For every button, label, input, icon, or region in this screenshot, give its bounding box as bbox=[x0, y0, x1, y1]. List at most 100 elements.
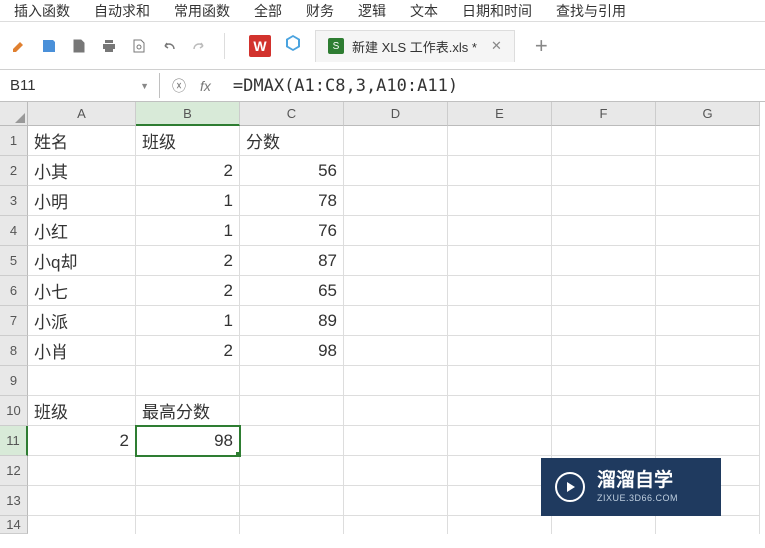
cell-G7[interactable] bbox=[656, 306, 760, 336]
row-header-3[interactable]: 3 bbox=[0, 186, 28, 216]
chevron-down-icon[interactable]: ▼ bbox=[140, 81, 149, 91]
cell-D13[interactable] bbox=[344, 486, 448, 516]
tab-add-button[interactable]: + bbox=[535, 33, 548, 59]
cell-B4[interactable]: 1 bbox=[136, 216, 240, 246]
cell-D6[interactable] bbox=[344, 276, 448, 306]
cell-A1[interactable]: 姓名 bbox=[28, 126, 136, 156]
cell-C14[interactable] bbox=[240, 516, 344, 534]
cell-G10[interactable] bbox=[656, 396, 760, 426]
cell-C12[interactable] bbox=[240, 456, 344, 486]
menu-item-text[interactable]: 文本 bbox=[410, 1, 438, 21]
cell-E3[interactable] bbox=[448, 186, 552, 216]
cell-A2[interactable]: 小其 bbox=[28, 156, 136, 186]
cell-G8[interactable] bbox=[656, 336, 760, 366]
document-tab[interactable]: S 新建 XLS 工作表.xls * ✕ bbox=[315, 30, 515, 62]
cell-E5[interactable] bbox=[448, 246, 552, 276]
row-header-1[interactable]: 1 bbox=[0, 126, 28, 156]
col-header-G[interactable]: G bbox=[656, 102, 760, 126]
col-header-E[interactable]: E bbox=[448, 102, 552, 126]
cell-A7[interactable]: 小派 bbox=[28, 306, 136, 336]
row-header-4[interactable]: 4 bbox=[0, 216, 28, 246]
cell-F5[interactable] bbox=[552, 246, 656, 276]
cell-F14[interactable] bbox=[552, 516, 656, 534]
col-header-B[interactable]: B bbox=[136, 102, 240, 126]
cell-A9[interactable] bbox=[28, 366, 136, 396]
menu-item-all[interactable]: 全部 bbox=[254, 1, 282, 21]
cell-E8[interactable] bbox=[448, 336, 552, 366]
cell-B5[interactable]: 2 bbox=[136, 246, 240, 276]
cell-D11[interactable] bbox=[344, 426, 448, 456]
cell-D3[interactable] bbox=[344, 186, 448, 216]
cell-G14[interactable] bbox=[656, 516, 760, 534]
cell-F7[interactable] bbox=[552, 306, 656, 336]
cell-B7[interactable]: 1 bbox=[136, 306, 240, 336]
cell-A10[interactable]: 班级 bbox=[28, 396, 136, 426]
cell-E10[interactable] bbox=[448, 396, 552, 426]
cell-B3[interactable]: 1 bbox=[136, 186, 240, 216]
cell-D14[interactable] bbox=[344, 516, 448, 534]
cell-D12[interactable] bbox=[344, 456, 448, 486]
cell-G2[interactable] bbox=[656, 156, 760, 186]
wps-icon[interactable]: W bbox=[249, 35, 271, 57]
cell-F1[interactable] bbox=[552, 126, 656, 156]
cell-C3[interactable]: 78 bbox=[240, 186, 344, 216]
row-header-13[interactable]: 13 bbox=[0, 486, 28, 516]
redo-icon[interactable] bbox=[190, 37, 208, 55]
cell-B8[interactable]: 2 bbox=[136, 336, 240, 366]
cell-A14[interactable] bbox=[28, 516, 136, 534]
cell-E12[interactable] bbox=[448, 456, 552, 486]
cell-E1[interactable] bbox=[448, 126, 552, 156]
cell-D7[interactable] bbox=[344, 306, 448, 336]
cell-C10[interactable] bbox=[240, 396, 344, 426]
menu-item-autosum[interactable]: 自动求和 bbox=[94, 1, 150, 21]
cell-D10[interactable] bbox=[344, 396, 448, 426]
cell-B1[interactable]: 班级 bbox=[136, 126, 240, 156]
menu-item-lookup[interactable]: 查找与引用 bbox=[556, 1, 626, 21]
cell-B12[interactable] bbox=[136, 456, 240, 486]
row-header-2[interactable]: 2 bbox=[0, 156, 28, 186]
cell-C4[interactable]: 76 bbox=[240, 216, 344, 246]
cell-B11[interactable]: 98 bbox=[136, 426, 240, 456]
cell-G1[interactable] bbox=[656, 126, 760, 156]
cell-B2[interactable]: 2 bbox=[136, 156, 240, 186]
row-header-11[interactable]: 11 bbox=[0, 426, 28, 456]
row-header-9[interactable]: 9 bbox=[0, 366, 28, 396]
cell-B14[interactable] bbox=[136, 516, 240, 534]
cell-F10[interactable] bbox=[552, 396, 656, 426]
cell-E11[interactable] bbox=[448, 426, 552, 456]
export-icon[interactable] bbox=[70, 37, 88, 55]
cell-F6[interactable] bbox=[552, 276, 656, 306]
cell-C11[interactable] bbox=[240, 426, 344, 456]
cell-G5[interactable] bbox=[656, 246, 760, 276]
cell-E9[interactable] bbox=[448, 366, 552, 396]
col-header-D[interactable]: D bbox=[344, 102, 448, 126]
cell-A13[interactable] bbox=[28, 486, 136, 516]
cell-A6[interactable]: 小七 bbox=[28, 276, 136, 306]
cell-A8[interactable]: 小肖 bbox=[28, 336, 136, 366]
cell-G3[interactable] bbox=[656, 186, 760, 216]
cell-B6[interactable]: 2 bbox=[136, 276, 240, 306]
menu-item-insert-fn[interactable]: 插入函数 bbox=[14, 1, 70, 21]
cell-D1[interactable] bbox=[344, 126, 448, 156]
formula-input[interactable]: =DMAX(A1:C8,3,A10:A11) bbox=[223, 72, 765, 100]
row-header-6[interactable]: 6 bbox=[0, 276, 28, 306]
select-all-corner[interactable] bbox=[0, 102, 28, 126]
cell-G6[interactable] bbox=[656, 276, 760, 306]
cell-E6[interactable] bbox=[448, 276, 552, 306]
cell-C1[interactable]: 分数 bbox=[240, 126, 344, 156]
cell-G9[interactable] bbox=[656, 366, 760, 396]
cell-A12[interactable] bbox=[28, 456, 136, 486]
cell-C9[interactable] bbox=[240, 366, 344, 396]
save-icon[interactable] bbox=[40, 37, 58, 55]
cell-C13[interactable] bbox=[240, 486, 344, 516]
menu-item-datetime[interactable]: 日期和时间 bbox=[462, 1, 532, 21]
cell-D8[interactable] bbox=[344, 336, 448, 366]
tab-close-button[interactable]: ✕ bbox=[491, 38, 502, 54]
cell-E7[interactable] bbox=[448, 306, 552, 336]
cell-F11[interactable] bbox=[552, 426, 656, 456]
cell-E13[interactable] bbox=[448, 486, 552, 516]
cell-E4[interactable] bbox=[448, 216, 552, 246]
menu-item-financial[interactable]: 财务 bbox=[306, 1, 334, 21]
row-header-10[interactable]: 10 bbox=[0, 396, 28, 426]
cell-F2[interactable] bbox=[552, 156, 656, 186]
